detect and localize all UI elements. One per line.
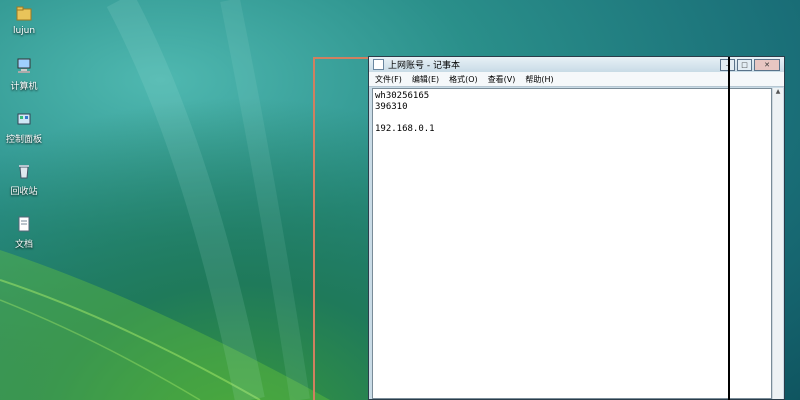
menu-edit[interactable]: 编辑(E) xyxy=(412,74,439,85)
text-line: 192.168.0.1 xyxy=(375,124,435,134)
document-icon xyxy=(13,213,35,235)
notepad-icon xyxy=(373,59,384,70)
menu-bar: 文件(F) 编辑(E) 格式(O) 查看(V) 帮助(H) xyxy=(369,72,784,87)
window-title: 上网账号 - 记事本 xyxy=(388,61,460,71)
maximize-button[interactable]: □ xyxy=(737,58,752,71)
text-line: wh30256165 xyxy=(375,91,430,101)
title-bar[interactable]: 上网账号 - 记事本 – □ ✕ xyxy=(369,57,784,72)
desktop-icon-documents[interactable]: 文档 xyxy=(4,213,44,250)
folder-icon xyxy=(13,2,35,24)
menu-help[interactable]: 帮助(H) xyxy=(525,74,553,85)
notepad-window[interactable]: 上网账号 - 记事本 – □ ✕ 文件(F) 编辑(E) 格式(O) 查看(V)… xyxy=(368,56,785,400)
scroll-up-icon[interactable]: ▲ xyxy=(773,88,783,95)
desktop-icon-label: 文档 xyxy=(14,240,33,250)
desktop-icon-user-folder[interactable]: lujun xyxy=(4,2,44,36)
text-line xyxy=(375,113,769,124)
computer-icon xyxy=(13,55,35,77)
vertical-scrollbar[interactable]: ▲ xyxy=(772,88,783,399)
close-button[interactable]: ✕ xyxy=(754,58,780,71)
text-line: 396310 xyxy=(375,102,408,112)
menu-format[interactable]: 格式(O) xyxy=(449,74,478,85)
desktop-icon-label: 回收站 xyxy=(10,187,38,197)
menu-file[interactable]: 文件(F) xyxy=(375,74,402,85)
menu-view[interactable]: 查看(V) xyxy=(488,74,516,85)
recycle-bin-icon xyxy=(13,160,35,182)
control-panel-icon xyxy=(13,108,35,130)
desktop-icon-computer[interactable]: 计算机 xyxy=(4,55,44,92)
highlight-outline xyxy=(313,57,369,400)
desktop-icon-label: 计算机 xyxy=(10,82,38,92)
desktop-icon-label: 控制面板 xyxy=(5,135,42,145)
desktop-icon-label: lujun xyxy=(12,26,36,36)
vertical-divider-line xyxy=(728,57,730,400)
text-editor[interactable]: wh30256165 396310 192.168.0.1 xyxy=(372,88,772,399)
desktop-icon-recycle-bin[interactable]: 回收站 xyxy=(4,160,44,197)
desktop-icon-control-panel[interactable]: 控制面板 xyxy=(4,108,44,145)
